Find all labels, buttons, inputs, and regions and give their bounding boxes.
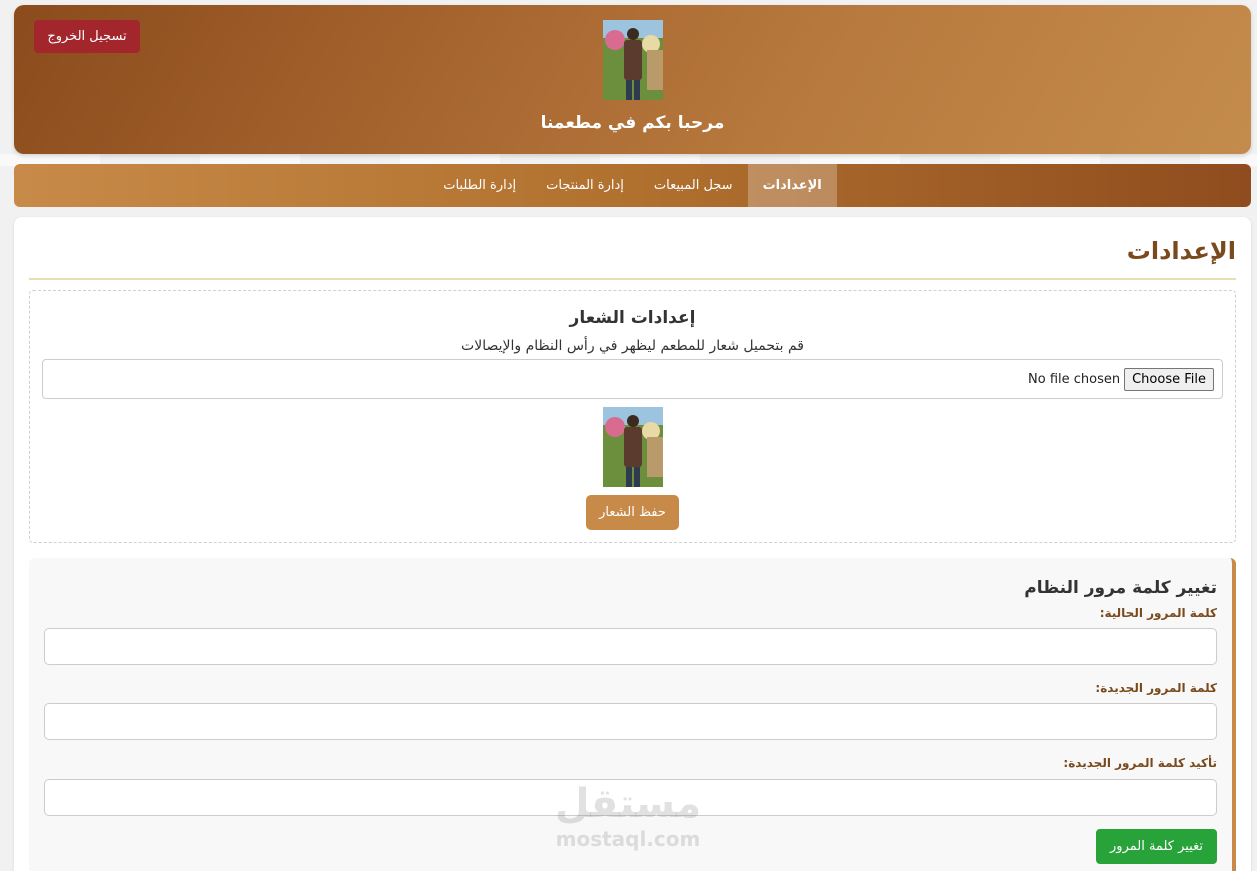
title-divider: [29, 278, 1236, 280]
new-password-label: كلمة المرور الجديدة:: [1095, 681, 1217, 695]
password-settings-section: تغيير كلمة مرور النظام كلمة المرور الحال…: [29, 558, 1236, 871]
logo-file-input[interactable]: Choose File No file chosen: [42, 359, 1223, 399]
current-password-label: كلمة المرور الحالية:: [1099, 606, 1217, 620]
nav-item-settings[interactable]: الإعدادات: [747, 164, 837, 207]
page-title: الإعدادات: [1126, 237, 1236, 265]
restaurant-logo-image: [603, 20, 663, 100]
nav-item-products[interactable]: إدارة المنتجات: [531, 164, 639, 207]
confirm-password-field[interactable]: [44, 779, 1217, 816]
choose-file-button[interactable]: Choose File: [1124, 367, 1214, 391]
settings-panel: الإعدادات إعدادات الشعار قم بتحميل شعار …: [14, 217, 1251, 871]
logo-settings-description: قم بتحميل شعار للمطعم ليظهر في رأس النظا…: [461, 338, 804, 354]
password-settings-heading: تغيير كلمة مرور النظام: [1024, 578, 1217, 598]
logo-settings-heading: إعدادات الشعار: [569, 308, 696, 328]
logout-button[interactable]: تسجيل الخروج: [34, 20, 140, 53]
current-password-field[interactable]: [44, 628, 1217, 665]
save-logo-button[interactable]: حفظ الشعار: [586, 495, 679, 530]
welcome-title: مرحبا بكم في مطعمنا: [540, 113, 725, 133]
main-navigation: الإعدادات سجل المبيعات إدارة المنتجات إد…: [14, 164, 1251, 207]
confirm-password-label: تأكيد كلمة المرور الجديدة:: [1063, 756, 1217, 770]
page-header: تسجيل الخروج مرحبا بكم في مطعمنا: [14, 5, 1251, 154]
nav-item-orders[interactable]: إدارة الطلبات: [428, 164, 531, 207]
change-password-button[interactable]: تغيير كلمة المرور: [1096, 829, 1217, 864]
nav-item-sales-log[interactable]: سجل المبيعات: [639, 164, 748, 207]
file-status-text: No file chosen: [1028, 371, 1121, 387]
new-password-field[interactable]: [44, 703, 1217, 740]
logo-settings-section: إعدادات الشعار قم بتحميل شعار للمطعم ليظ…: [29, 290, 1236, 543]
logo-preview-image: [603, 407, 663, 487]
